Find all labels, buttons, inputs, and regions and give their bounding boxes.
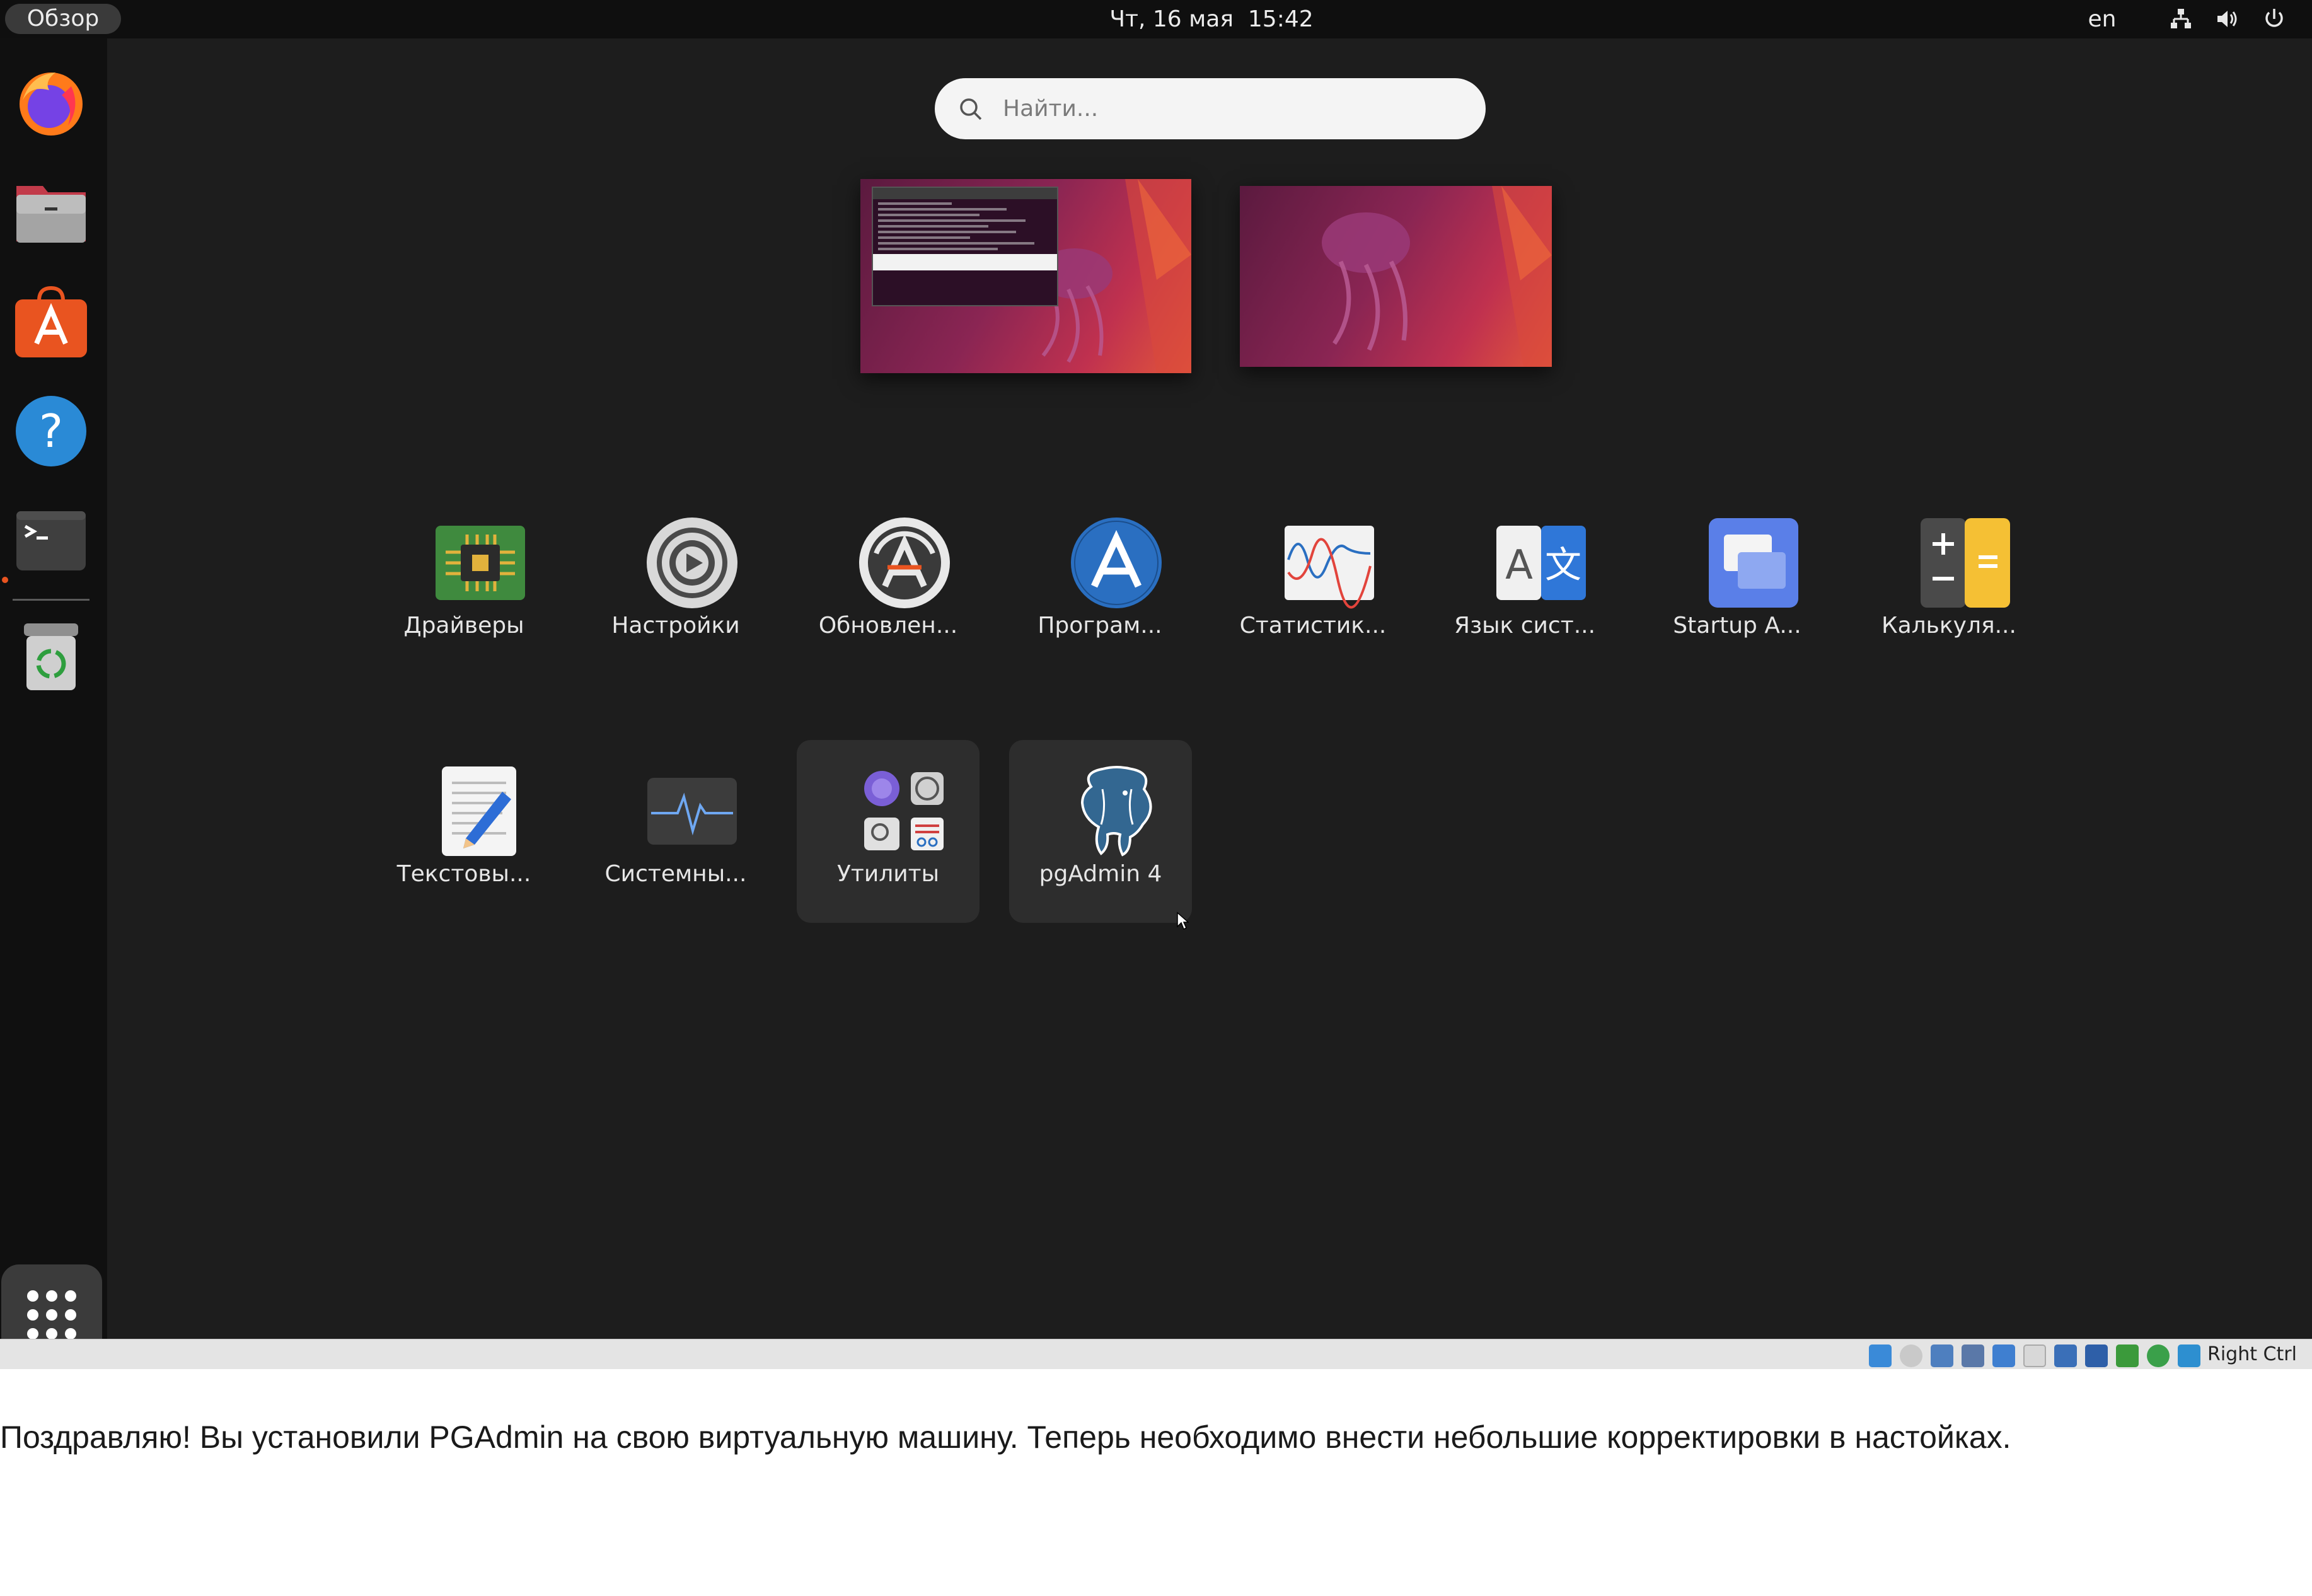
search-bar[interactable]: [935, 78, 1486, 139]
drivers-chip-icon: [436, 526, 525, 600]
dock: ?: [0, 38, 107, 1339]
cpu-icon[interactable]: [2116, 1344, 2139, 1367]
optical-drive-icon[interactable]: [1900, 1344, 1922, 1367]
keyboard-layout-indicator[interactable]: en: [2080, 0, 2124, 38]
text-editor-icon: [442, 766, 516, 856]
workspace-thumbnail-2[interactable]: [1240, 186, 1552, 367]
svg-text:文: 文: [1545, 543, 1581, 586]
pgadmin-elephant-icon: [1080, 766, 1152, 857]
app-label: Язык сист...: [1454, 613, 1596, 639]
vm-screen: Обзор Чт, 16 мая 15:42 en ? Найти... Дра…: [0, 0, 2312, 1339]
audio-icon[interactable]: [1931, 1344, 1953, 1367]
software-updater-icon: [859, 518, 950, 608]
app-folder-utilities[interactable]: Утилиты: [797, 740, 980, 923]
app-label: Драйверы: [403, 613, 524, 639]
app-label: Утилиты: [836, 861, 940, 887]
show-apps-button[interactable]: [1, 1264, 102, 1339]
network-adapter-icon[interactable]: [1962, 1344, 1984, 1367]
app-software-updater[interactable]: Обновлен...: [797, 492, 980, 674]
settings-gear-icon: [647, 518, 737, 608]
activities-button[interactable]: Обзор: [5, 4, 121, 34]
hard-disk-icon[interactable]: [1869, 1344, 1892, 1367]
app-settings[interactable]: Настройки: [584, 492, 767, 674]
virtualbox-status-bar: Right Ctrl: [0, 1339, 2312, 1369]
startup-applications-icon: [1709, 518, 1798, 608]
app-language-support[interactable]: A 文 Язык сист...: [1433, 492, 1616, 674]
app-label: Калькуля...: [1881, 613, 2016, 639]
app-label: Програм...: [1038, 613, 1162, 639]
running-indicator: [2, 577, 8, 583]
host-key-label: Right Ctrl: [2207, 1343, 2297, 1365]
volume-icon[interactable]: [2214, 5, 2241, 33]
guest-additions-icon[interactable]: [2147, 1344, 2170, 1367]
app-center-icon[interactable]: [11, 282, 91, 361]
app-power-statistics[interactable]: Статистик...: [1222, 492, 1404, 674]
power-icon[interactable]: [2260, 5, 2288, 33]
recording-icon[interactable]: [2085, 1344, 2108, 1367]
wallpaper-jellyfish: [1322, 186, 1552, 367]
utilities-folder-icon: [864, 771, 944, 850]
terminal-icon[interactable]: [11, 501, 91, 581]
help-icon[interactable]: ?: [11, 391, 91, 471]
workspace-thumbnail-1[interactable]: [860, 179, 1191, 373]
app-label: Startup A...: [1673, 613, 1801, 639]
svg-text:A: A: [1505, 542, 1533, 589]
top-bar: Обзор Чт, 16 мая 15:42 en: [0, 0, 2312, 38]
app-system-monitor[interactable]: Системны...: [584, 740, 767, 923]
app-label: Настройки: [611, 613, 740, 639]
show-apps-grid-icon: [27, 1290, 76, 1339]
mouse-pointer-icon: [1177, 911, 1189, 930]
app-label: Системны...: [604, 861, 747, 887]
app-pgadmin4[interactable]: pgAdmin 4: [1009, 740, 1192, 923]
calculator-icon: [1921, 518, 2010, 608]
app-startup-applications[interactable]: Startup A...: [1646, 492, 1829, 674]
network-icon[interactable]: [2167, 5, 2195, 33]
mouse-integration-icon[interactable]: [2178, 1344, 2200, 1367]
trash-icon[interactable]: [11, 617, 91, 697]
search-input[interactable]: [1003, 78, 1469, 139]
app-label: Текстовы...: [396, 861, 531, 887]
firefox-icon[interactable]: [11, 62, 91, 142]
terminal-window-thumbnail: [872, 187, 1058, 306]
files-icon[interactable]: [11, 172, 91, 252]
app-label: Статистик...: [1239, 613, 1387, 639]
app-calculator[interactable]: Калькуля...: [1858, 492, 2040, 674]
app-label: pgAdmin 4: [1039, 861, 1162, 887]
software-properties-icon: [1071, 518, 1162, 608]
app-drivers[interactable]: Драйверы: [373, 492, 555, 674]
language-support-icon: A 文: [1496, 526, 1586, 600]
app-software-properties[interactable]: Програм...: [1009, 492, 1191, 674]
search-icon: [960, 98, 982, 120]
svg-text:?: ?: [39, 405, 63, 458]
shared-folders-icon[interactable]: [2023, 1344, 2046, 1367]
caption-text: Поздравляю! Вы установили PGAdmin на сво…: [0, 1420, 2011, 1455]
dock-separator: [13, 599, 90, 601]
power-statistics-icon: [1285, 526, 1374, 609]
display-icon[interactable]: [2054, 1344, 2077, 1367]
app-text-editor[interactable]: Текстовы...: [373, 740, 555, 923]
usb-icon[interactable]: [1992, 1344, 2015, 1367]
app-label: Обновлен...: [818, 613, 958, 639]
clock-date[interactable]: Чт, 16 мая 15:42: [1022, 0, 1401, 38]
system-monitor-icon: [647, 778, 737, 845]
